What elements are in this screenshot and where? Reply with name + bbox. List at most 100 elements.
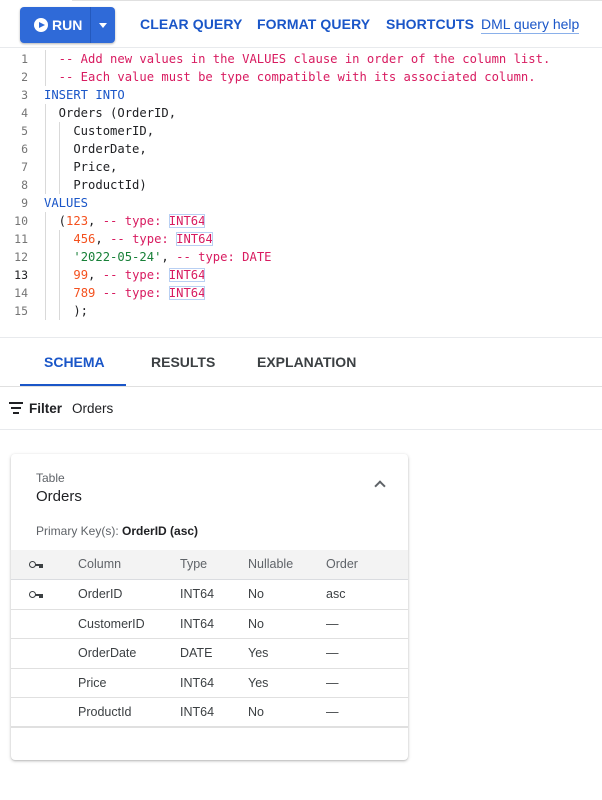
run-button-group: RUN	[20, 7, 115, 43]
run-label: RUN	[52, 17, 83, 33]
run-options-dropdown[interactable]	[91, 7, 115, 43]
code-token-type: INT64	[168, 286, 206, 300]
clear-query-button[interactable]: CLEAR QUERY	[140, 16, 242, 32]
order-cell: —	[326, 646, 339, 660]
code-line[interactable]: 4 Orders (OrderID,	[0, 104, 602, 122]
order-cell: —	[326, 616, 339, 631]
results-tabs: SCHEMA RESULTS EXPLANATION	[0, 338, 602, 387]
order-cell: asc	[326, 587, 346, 601]
code-text: INSERT INTO	[44, 86, 125, 104]
type-cell: INT64	[180, 616, 215, 631]
code-text: -- Add new values in the VALUES clause i…	[44, 50, 551, 68]
code-token-kw: INSERT INTO	[44, 88, 125, 102]
code-line[interactable]: 5 CustomerID,	[0, 122, 602, 140]
code-text: -- Each value must be type compatible wi…	[44, 68, 536, 86]
column-name-cell: OrderID	[78, 587, 123, 601]
code-line[interactable]: 11 456, -- type: INT64	[0, 230, 602, 248]
run-button[interactable]: RUN	[20, 7, 90, 43]
schema-table: Column Type Nullable Order OrderID INT64 N…	[11, 550, 408, 728]
sql-editor[interactable]: 1 -- Add new values in the VALUES clause…	[0, 50, 602, 338]
primary-key-value: OrderID (asc)	[122, 524, 199, 538]
code-text: Price,	[44, 158, 117, 176]
table-bottom-divider	[11, 726, 408, 727]
code-token-plain: Orders (OrderID,	[44, 106, 177, 120]
code-token-num: 99	[73, 268, 89, 282]
type-header[interactable]: Type	[180, 550, 207, 579]
code-line[interactable]: 6 OrderDate,	[0, 140, 602, 158]
table-header-row: Column Type Nullable Order	[11, 550, 408, 580]
tab-schema[interactable]: SCHEMA	[44, 354, 105, 370]
code-token-plain: ProductId)	[44, 178, 147, 192]
table-row: OrderDate DATE Yes —	[11, 639, 408, 669]
code-line[interactable]: 14 789 -- type: INT64	[0, 284, 602, 302]
primary-keys: Primary Key(s): OrderID (asc)	[36, 524, 198, 538]
code-text: ProductId)	[44, 176, 147, 194]
code-line[interactable]: 13 99, -- type: INT64	[0, 266, 602, 284]
code-line[interactable]: 9 VALUES	[0, 194, 602, 212]
column-name-cell: Price	[78, 675, 107, 690]
table-schema-card: Table Orders Primary Key(s): OrderID (as…	[11, 454, 408, 760]
code-line[interactable]: 2 -- Each value must be type compatible …	[0, 68, 602, 86]
code-text: 789 -- type: INT64	[44, 284, 206, 302]
order-header[interactable]: Order	[326, 550, 358, 579]
code-token-comment: -- type:	[102, 268, 169, 282]
code-line[interactable]: 12 '2022-05-24', -- type: DATE	[0, 248, 602, 266]
table-row: CustomerID INT64 No —	[11, 610, 408, 639]
code-token-comment: -- Add new values in the VALUES clause i…	[44, 52, 551, 66]
code-token-type: INT64	[168, 268, 206, 282]
type-cell: INT64	[180, 675, 215, 690]
line-number: 10	[14, 214, 28, 228]
code-token-str: '2022-05-24'	[73, 250, 162, 264]
code-line[interactable]: 15 );	[0, 302, 602, 320]
toolbar-divider	[72, 0, 602, 1]
shortcuts-button[interactable]: SHORTCUTS	[386, 16, 474, 32]
code-token-plain: CustomerID,	[44, 124, 155, 138]
code-line[interactable]: 1 -- Add new values in the VALUES clause…	[0, 50, 602, 68]
line-number: 7	[21, 160, 28, 174]
order-cell: —	[326, 705, 339, 719]
nullable-cell: No	[248, 616, 264, 631]
filter-list-icon[interactable]	[9, 402, 23, 414]
code-token-comment: -- type: DATE	[176, 250, 272, 264]
code-line[interactable]: 10 (123, -- type: INT64	[0, 212, 602, 230]
code-line[interactable]: 8 ProductId)	[0, 176, 602, 194]
code-token-plain: (	[44, 214, 67, 228]
key-icon	[29, 590, 45, 599]
code-token-plain: ,	[161, 250, 177, 264]
tab-explanation[interactable]: EXPLANATION	[257, 354, 356, 370]
line-number: 3	[21, 88, 28, 102]
code-text: '2022-05-24', -- type: DATE	[44, 248, 272, 266]
code-text: CustomerID,	[44, 122, 154, 140]
line-number: 6	[21, 142, 28, 156]
code-token-num: 789	[73, 286, 96, 300]
line-number: 15	[14, 304, 28, 318]
line-number: 11	[14, 232, 28, 246]
filter-input[interactable]: Orders	[72, 401, 113, 416]
code-text: (123, -- type: INT64	[44, 212, 206, 230]
key-icon	[29, 560, 45, 569]
table-row: Price INT64 Yes —	[11, 669, 408, 698]
chevron-up-icon[interactable]	[372, 476, 388, 492]
code-token-comment: -- type:	[102, 286, 169, 300]
code-token-num: 123	[66, 214, 89, 228]
column-header[interactable]: Column	[78, 550, 121, 579]
tab-results[interactable]: RESULTS	[151, 354, 215, 370]
code-token-plain: Price,	[44, 160, 118, 174]
line-number: 8	[21, 178, 28, 192]
nullable-header[interactable]: Nullable	[248, 550, 293, 579]
primary-key-label: Primary Key(s):	[36, 524, 119, 538]
code-token-num: 456	[73, 232, 96, 246]
code-token-plain: );	[44, 304, 89, 318]
dml-query-help-link[interactable]: DML query help	[481, 16, 580, 34]
code-line[interactable]: 7 Price,	[0, 158, 602, 176]
column-name-cell: CustomerID	[78, 616, 145, 631]
code-token-plain: ,	[95, 232, 111, 246]
code-line[interactable]: 3 INSERT INTO	[0, 86, 602, 104]
code-token-plain: OrderDate,	[44, 142, 147, 156]
format-query-button[interactable]: FORMAT QUERY	[257, 16, 370, 32]
type-cell: DATE	[180, 646, 213, 660]
caret-down-icon	[99, 22, 107, 28]
